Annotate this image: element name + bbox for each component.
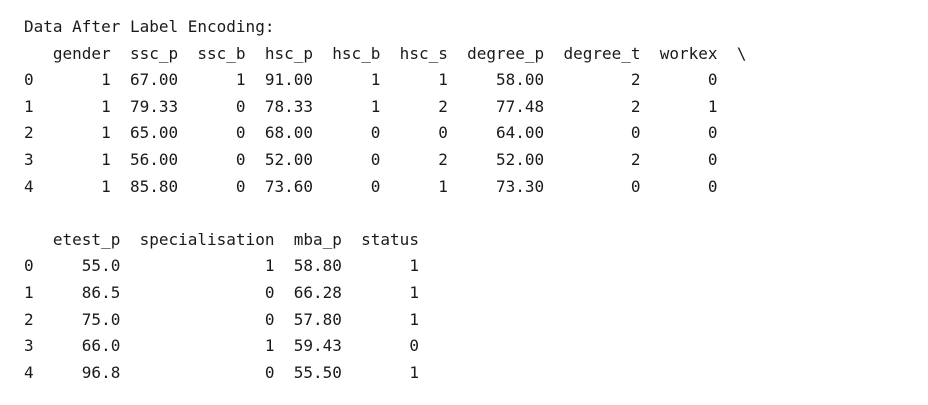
table2-header: etest_p specialisation mba_p status [24, 229, 419, 249]
table1-row: 2 1 65.00 0 68.00 0 0 64.00 0 0 [24, 123, 718, 143]
table1-row: 3 1 56.00 0 52.00 0 2 52.00 2 0 [24, 149, 718, 169]
table2-row: 3 66.0 1 59.43 0 [24, 336, 419, 356]
table2-row: 4 96.8 0 55.50 1 [24, 362, 419, 382]
table1-header: gender ssc_p ssc_b hsc_p hsc_b hsc_s deg… [24, 43, 747, 63]
cell-output: Data After Label Encoding: gender ssc_p … [24, 14, 746, 386]
table2-row: 2 75.0 0 57.80 1 [24, 309, 419, 329]
table1-row: 4 1 85.80 0 73.60 0 1 73.30 0 0 [24, 176, 718, 196]
table1-row: 0 1 67.00 1 91.00 1 1 58.00 2 0 [24, 70, 718, 90]
table2-row: 0 55.0 1 58.80 1 [24, 256, 419, 276]
table2-row: 1 86.5 0 66.28 1 [24, 282, 419, 302]
output-heading: Data After Label Encoding: [24, 17, 275, 36]
table1-row: 1 1 79.33 0 78.33 1 2 77.48 2 1 [24, 96, 718, 116]
